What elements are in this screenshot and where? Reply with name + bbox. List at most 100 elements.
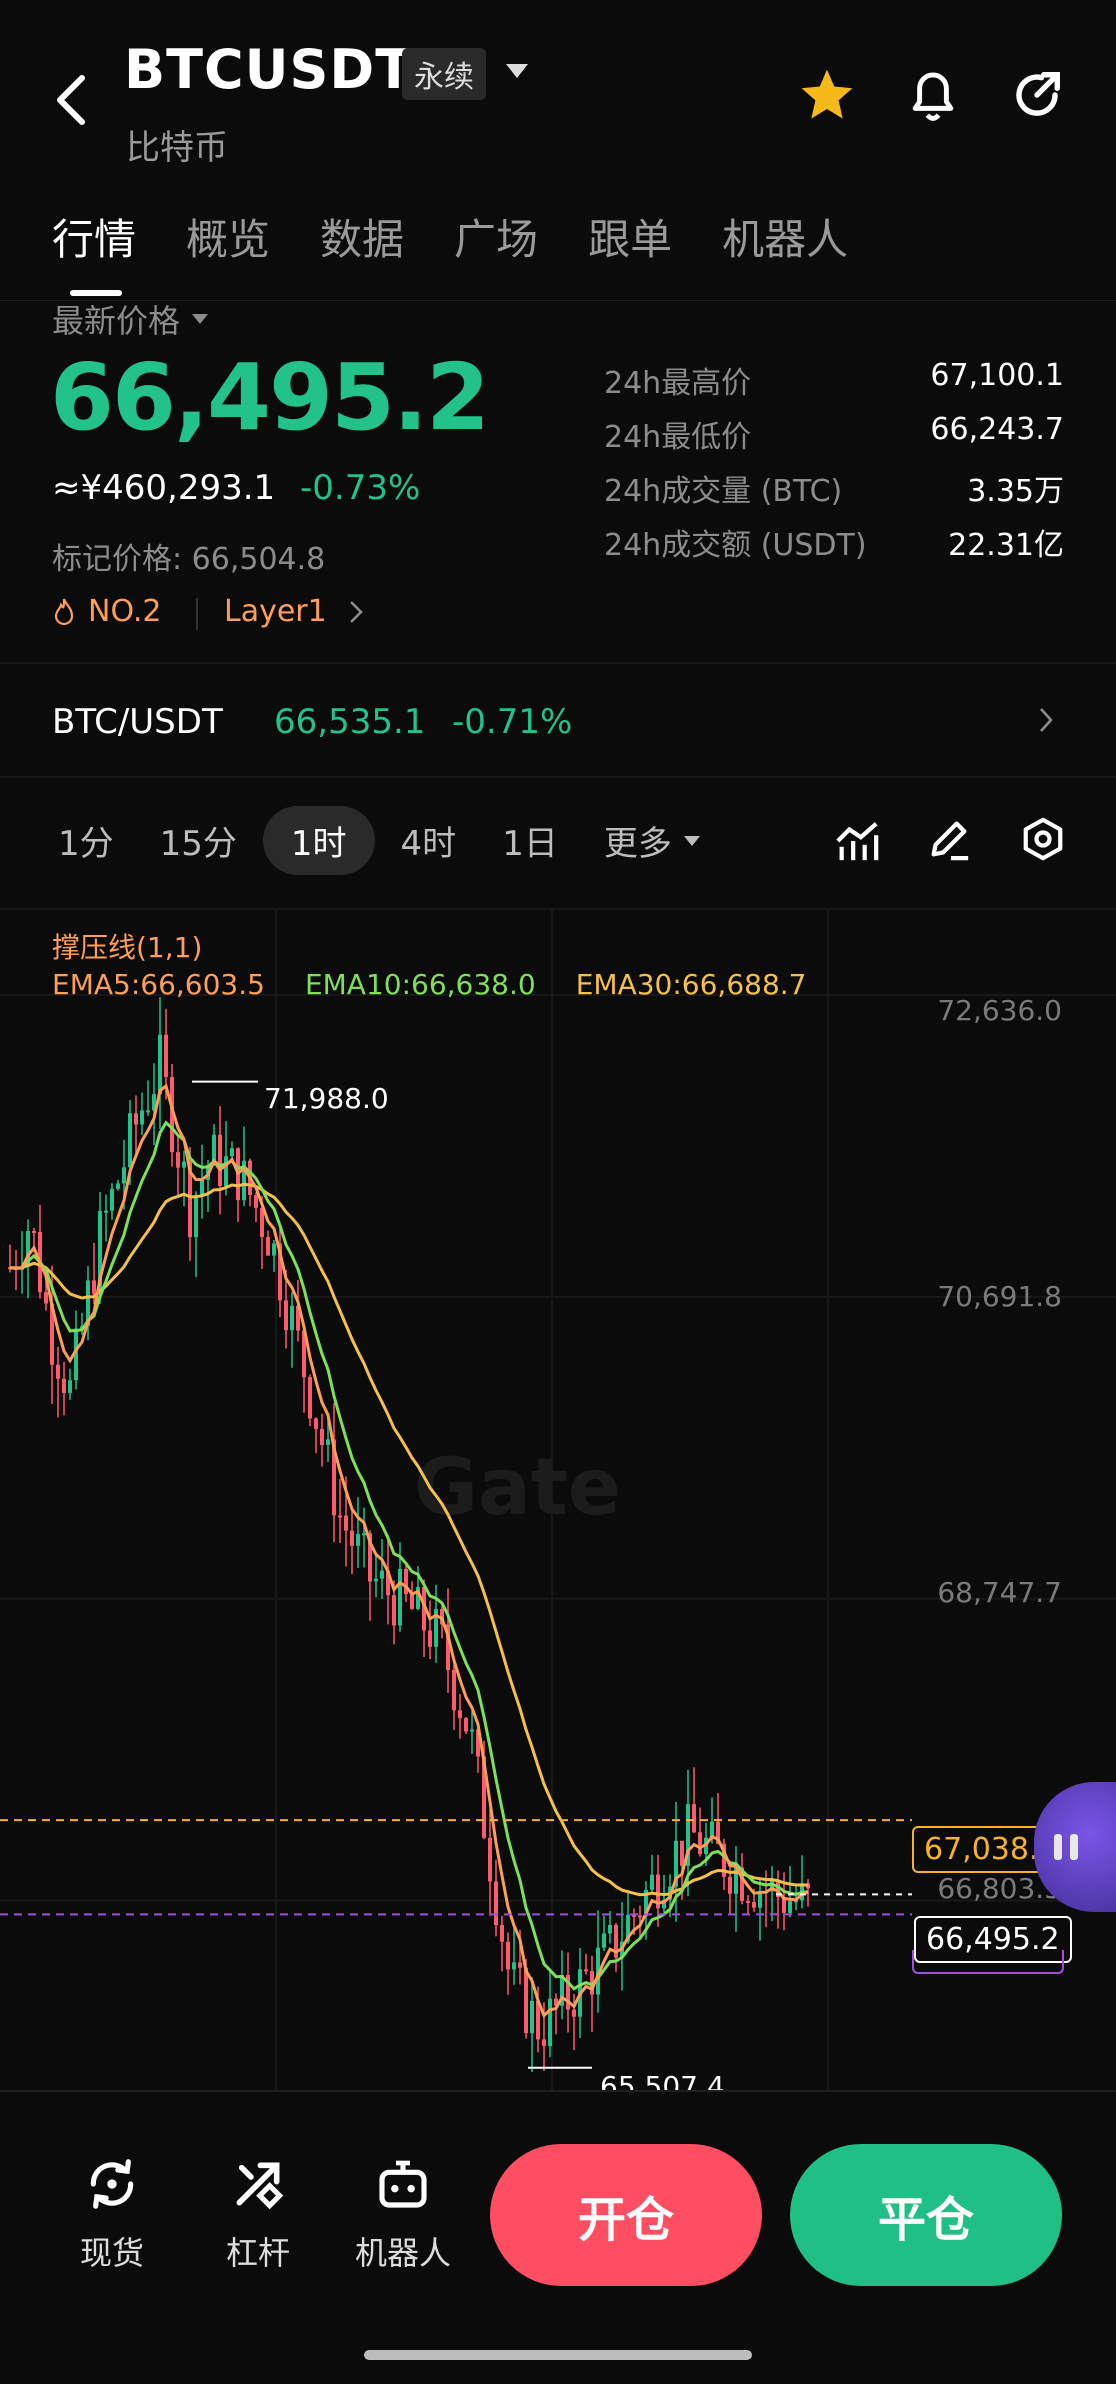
stat-row: 24h成交额 (USDT) 22.31亿 — [604, 520, 1064, 574]
robot-icon — [379, 2160, 427, 2208]
draw-pen-icon[interactable] — [926, 816, 972, 862]
candle-body — [728, 1876, 732, 1894]
candle-body — [542, 2039, 546, 2046]
back-arrow-icon — [57, 75, 85, 125]
tab-overview[interactable]: 概览 — [186, 206, 270, 267]
candle-body — [194, 1194, 198, 1238]
candle-body — [68, 1380, 72, 1393]
candle-body — [32, 1230, 36, 1233]
timeframe-1h[interactable]: 1时 — [262, 806, 375, 875]
stat-value: 3.35万 — [967, 474, 1064, 509]
candle-body — [344, 1515, 348, 1531]
candle-body — [500, 1925, 504, 1942]
candle-body — [572, 2009, 576, 2017]
tab-data[interactable]: 数据 — [320, 206, 404, 267]
candle-body — [320, 1428, 324, 1445]
spot-bar[interactable]: BTC/USDT 66,535.1 -0.71% — [0, 664, 1116, 776]
contract-badge[interactable]: 永续 — [402, 48, 486, 100]
candle-body — [470, 1729, 474, 1732]
kline-chart[interactable]: Gate — [0, 910, 1116, 2090]
candle-body — [116, 1183, 120, 1189]
stat-label: 24h成交量 (BTC) — [604, 474, 843, 509]
timeframe-1m[interactable]: 1分 — [58, 806, 114, 875]
candle-body — [584, 1969, 588, 1972]
spot-pair: BTC/USDT — [52, 702, 223, 742]
last-price: 66,495.2 — [50, 344, 490, 451]
flame-icon — [54, 598, 74, 625]
stat-value: 66,243.7 — [930, 412, 1064, 447]
high-marker-label: 71,988.0 — [264, 1082, 389, 1115]
candle-body — [494, 1881, 498, 1926]
candle-body — [44, 1292, 48, 1304]
close-position-button[interactable]: 平仓 — [790, 2144, 1062, 2286]
bottom-nav-spot[interactable]: 现货 — [72, 2156, 152, 2274]
candle-body — [266, 1237, 270, 1256]
candle-body — [698, 1832, 702, 1854]
stat-label: 24h最高价 — [604, 366, 752, 401]
spot-change: -0.71% — [452, 702, 573, 742]
candle-body — [140, 1110, 144, 1125]
bottom-nav-leverage[interactable]: 杠杆 — [218, 2156, 298, 2274]
candle-body — [146, 1110, 150, 1113]
share-icon[interactable] — [1010, 66, 1064, 124]
candle-body — [692, 1804, 696, 1833]
rank-tag[interactable]: NO.2 — [52, 594, 161, 629]
caret-down-icon — [192, 314, 209, 324]
tab-square[interactable]: 广场 — [454, 206, 538, 267]
timeframe-more[interactable]: 更多 — [604, 806, 702, 875]
candle-body — [512, 1962, 516, 1970]
candle-body — [788, 1901, 792, 1913]
mark-price: 标记价格: 66,504.8 — [52, 542, 326, 577]
stat-value: 22.31亿 — [948, 528, 1064, 563]
candle-body — [650, 1874, 654, 1890]
spot-swap-icon — [90, 2159, 134, 2209]
timeframe-1d[interactable]: 1日 — [502, 806, 558, 875]
nav-label: 机器人 — [354, 2234, 451, 2272]
tab-copy-trade[interactable]: 跟单 — [588, 206, 672, 267]
tab-quotes[interactable]: 行情 — [52, 206, 136, 267]
candle-body — [380, 1570, 384, 1579]
candle-body — [110, 1188, 114, 1211]
settings-hex-icon[interactable] — [1020, 816, 1066, 862]
bottom-nav-robot[interactable]: 机器人 — [346, 2156, 460, 2274]
candle-body — [458, 1710, 462, 1719]
cny-price: ≈¥460,293.1 — [52, 468, 276, 508]
category-tag[interactable]: Layer1 — [224, 594, 363, 629]
back-button[interactable] — [52, 70, 92, 130]
candle-body — [548, 1998, 552, 2046]
chevron-right-icon — [349, 600, 363, 623]
tab-bots[interactable]: 机器人 — [722, 206, 848, 267]
indicator-icon[interactable] — [834, 818, 880, 864]
candle-body — [464, 1718, 468, 1732]
candle-body — [338, 1515, 342, 1518]
y-tick: 70,691.8 — [937, 1280, 1062, 1313]
ema-legend: EMA5:66,603.5 EMA10:66,638.0 EMA30:66,68… — [52, 968, 806, 1001]
ema30-label: EMA30:66,688.7 — [575, 968, 807, 1001]
chart-area[interactable]: Gate 撑压线(1,1) EMA5:66,603.5 EMA10:66,638… — [0, 910, 1116, 2090]
timeframe-4h[interactable]: 4时 — [401, 806, 457, 875]
candle-body — [164, 1034, 168, 1078]
candle-body — [326, 1439, 330, 1445]
symbol-title[interactable]: BTCUSDT — [124, 38, 413, 101]
rank-text: NO.2 — [88, 594, 162, 629]
indicator-label[interactable]: 撑压线(1,1) — [52, 926, 202, 966]
chevron-down-icon[interactable] — [504, 62, 530, 82]
candle-body — [374, 1578, 378, 1582]
timeframe-15m[interactable]: 15分 — [160, 806, 237, 875]
ema10-label: EMA10:66,638.0 — [304, 968, 536, 1001]
stat-row: 24h最高价 67,100.1 — [604, 358, 1064, 412]
open-position-button[interactable]: 开仓 — [490, 2144, 762, 2286]
y-tick: 68,747.7 — [937, 1576, 1062, 1609]
star-icon[interactable] — [798, 66, 856, 124]
candle-body — [752, 1902, 756, 1908]
bell-icon[interactable] — [906, 66, 960, 124]
category-text: Layer1 — [224, 594, 327, 629]
candle-body — [392, 1595, 396, 1626]
candle-body — [254, 1195, 258, 1208]
price-label[interactable]: 最新价格 — [52, 296, 210, 342]
stat-row: 24h最低价 66,243.7 — [604, 412, 1064, 466]
stat-label: 24h成交额 (USDT) — [604, 528, 867, 563]
candle-body — [158, 1034, 162, 1095]
stat-label: 24h最低价 — [604, 420, 752, 455]
candle-body — [524, 1967, 528, 2034]
